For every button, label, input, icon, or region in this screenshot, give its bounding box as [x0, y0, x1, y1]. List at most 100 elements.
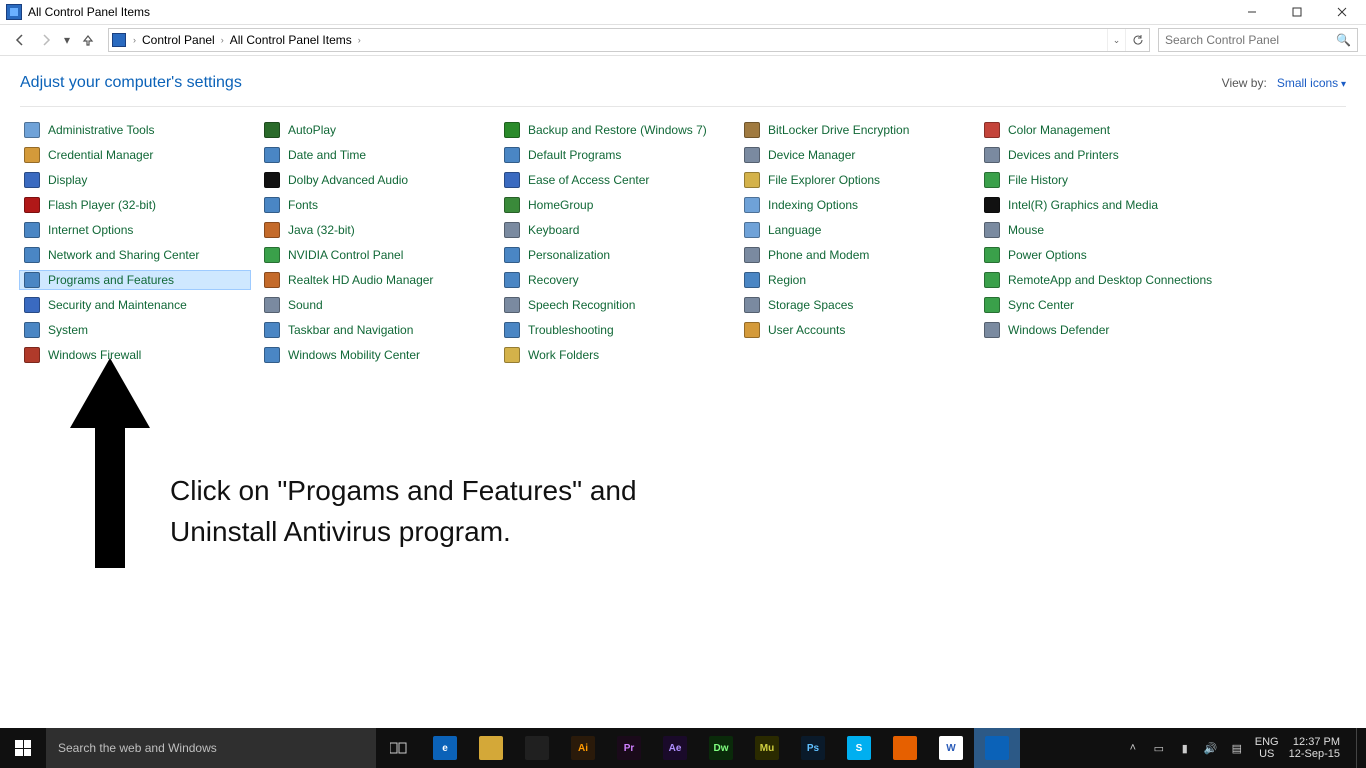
cp-item-mouse[interactable]: Mouse	[980, 221, 1210, 239]
cp-item-flash-player-32-bit-[interactable]: Flash Player (32-bit)	[20, 196, 250, 214]
cp-item-devices-and-printers[interactable]: Devices and Printers	[980, 146, 1210, 164]
breadcrumb-bar[interactable]: › Control Panel › All Control Panel Item…	[108, 28, 1150, 52]
taskbar-search[interactable]: Search the web and Windows	[46, 728, 376, 768]
cp-item-autoplay[interactable]: AutoPlay	[260, 121, 490, 139]
user-accounts-icon	[744, 322, 760, 338]
cp-item-user-accounts[interactable]: User Accounts	[740, 321, 970, 339]
view-by-label: View by:	[1222, 76, 1267, 90]
task-view-button[interactable]	[376, 728, 422, 768]
cp-item-internet-options[interactable]: Internet Options	[20, 221, 250, 239]
cp-item-system[interactable]: System	[20, 321, 250, 339]
cp-item-windows-defender[interactable]: Windows Defender	[980, 321, 1210, 339]
search-icon[interactable]: 🔍	[1336, 33, 1351, 47]
breadcrumb-root[interactable]: Control Panel	[140, 33, 217, 47]
cp-item-dolby-advanced-audio[interactable]: Dolby Advanced Audio	[260, 171, 490, 189]
taskbar-app-ps[interactable]: Ps	[790, 728, 836, 768]
cp-item-file-explorer-options[interactable]: File Explorer Options	[740, 171, 970, 189]
cp-item-intel-r-graphics-and-media[interactable]: Intel(R) Graphics and Media	[980, 196, 1210, 214]
storage-spaces-icon	[744, 297, 760, 313]
cp-item-personalization[interactable]: Personalization	[500, 246, 730, 264]
cp-item-file-history[interactable]: File History	[980, 171, 1210, 189]
cp-item-power-options[interactable]: Power Options	[980, 246, 1210, 264]
tray-language[interactable]: ENG US	[1255, 736, 1279, 760]
address-dropdown[interactable]: ⌄	[1107, 29, 1125, 51]
cp-item-phone-and-modem[interactable]: Phone and Modem	[740, 246, 970, 264]
cp-item-device-manager[interactable]: Device Manager	[740, 146, 970, 164]
tray-clock[interactable]: 12:37 PM 12-Sep-15	[1289, 736, 1346, 760]
taskbar-app-ae[interactable]: Ae	[652, 728, 698, 768]
cp-item-credential-manager[interactable]: Credential Manager	[20, 146, 250, 164]
cp-item-default-programs[interactable]: Default Programs	[500, 146, 730, 164]
up-button[interactable]	[76, 28, 100, 52]
cp-item-region[interactable]: Region	[740, 271, 970, 289]
taskbar-app-edge[interactable]: e	[422, 728, 468, 768]
cp-item-homegroup[interactable]: HomeGroup	[500, 196, 730, 214]
recent-locations-button[interactable]: ▾	[60, 28, 74, 52]
cp-item-programs-and-features[interactable]: Programs and Features	[20, 271, 250, 289]
cp-item-fonts[interactable]: Fonts	[260, 196, 490, 214]
cp-item-remoteapp-and-desktop-connections[interactable]: RemoteApp and Desktop Connections	[980, 271, 1210, 289]
cp-item-storage-spaces[interactable]: Storage Spaces	[740, 296, 970, 314]
chevron-right-icon[interactable]: ›	[129, 35, 140, 45]
taskbar: Search the web and Windows e AiPrAeDwMuPs…	[0, 728, 1366, 768]
cp-item-speech-recognition[interactable]: Speech Recognition	[500, 296, 730, 314]
start-button[interactable]	[0, 728, 46, 768]
taskbar-app-pr[interactable]: Pr	[606, 728, 652, 768]
cp-item-security-and-maintenance[interactable]: Security and Maintenance	[20, 296, 250, 314]
cp-item-display[interactable]: Display	[20, 171, 250, 189]
tray-action-center-icon[interactable]: ▤	[1229, 740, 1245, 756]
tray-volume-icon[interactable]: 🔊	[1203, 740, 1219, 756]
cp-item-label: File Explorer Options	[768, 173, 880, 187]
cp-item-sound[interactable]: Sound	[260, 296, 490, 314]
cp-item-recovery[interactable]: Recovery	[500, 271, 730, 289]
cp-item-color-management[interactable]: Color Management	[980, 121, 1210, 139]
cp-item-keyboard[interactable]: Keyboard	[500, 221, 730, 239]
taskbar-app-dw[interactable]: Dw	[698, 728, 744, 768]
cp-item-troubleshooting[interactable]: Troubleshooting	[500, 321, 730, 339]
cp-item-taskbar-and-navigation[interactable]: Taskbar and Navigation	[260, 321, 490, 339]
cp-item-ease-of-access-center[interactable]: Ease of Access Center	[500, 171, 730, 189]
cp-item-nvidia-control-panel[interactable]: NVIDIA Control Panel	[260, 246, 490, 264]
chevron-right-icon[interactable]: ›	[354, 35, 365, 45]
back-button[interactable]	[8, 28, 32, 52]
tray-battery-icon[interactable]: ▭	[1151, 740, 1167, 756]
titlebar: All Control Panel Items	[0, 0, 1366, 24]
taskbar-app-word[interactable]: W	[928, 728, 974, 768]
forward-button[interactable]	[34, 28, 58, 52]
refresh-button[interactable]	[1125, 29, 1149, 51]
taskbar-app-file-explorer[interactable]	[468, 728, 514, 768]
cp-item-network-and-sharing-center[interactable]: Network and Sharing Center	[20, 246, 250, 264]
cp-item-date-and-time[interactable]: Date and Time	[260, 146, 490, 164]
show-desktop-button[interactable]	[1356, 728, 1362, 768]
cp-item-bitlocker-drive-encryption[interactable]: BitLocker Drive Encryption	[740, 121, 970, 139]
cp-item-indexing-options[interactable]: Indexing Options	[740, 196, 970, 214]
chevron-right-icon[interactable]: ›	[217, 35, 228, 45]
cp-item-realtek-hd-audio-manager[interactable]: Realtek HD Audio Manager	[260, 271, 490, 289]
cp-item-sync-center[interactable]: Sync Center	[980, 296, 1210, 314]
search-input[interactable]	[1165, 33, 1325, 47]
cp-item-backup-and-restore-windows-7-[interactable]: Backup and Restore (Windows 7)	[500, 121, 730, 139]
tray-network-icon[interactable]: ▮	[1177, 740, 1193, 756]
minimize-button[interactable]	[1229, 1, 1274, 23]
tray-date: 12-Sep-15	[1289, 748, 1340, 760]
search-box[interactable]: 🔍	[1158, 28, 1358, 52]
cp-item-java-32-bit-[interactable]: Java (32-bit)	[260, 221, 490, 239]
taskbar-app-store[interactable]	[514, 728, 560, 768]
breadcrumb-current[interactable]: All Control Panel Items	[228, 33, 354, 47]
tray-show-hidden-icon[interactable]: ˄	[1125, 740, 1141, 756]
taskbar-app-ai[interactable]: Ai	[560, 728, 606, 768]
cp-item-administrative-tools[interactable]: Administrative Tools	[20, 121, 250, 139]
taskbar-app-mu[interactable]: Mu	[744, 728, 790, 768]
taskbar-app-skype[interactable]: S	[836, 728, 882, 768]
cp-item-windows-mobility-center[interactable]: Windows Mobility Center	[260, 346, 490, 364]
view-by-dropdown[interactable]: Small icons	[1277, 76, 1346, 90]
maximize-button[interactable]	[1274, 1, 1319, 23]
taskbar-app-firefox[interactable]	[882, 728, 928, 768]
cp-item-work-folders[interactable]: Work Folders	[500, 346, 730, 364]
taskbar-app-controlpanel[interactable]	[974, 728, 1020, 768]
cp-item-label: Taskbar and Navigation	[288, 323, 413, 337]
cp-item-label: HomeGroup	[528, 198, 593, 212]
close-button[interactable]	[1319, 1, 1364, 23]
cp-item-windows-firewall[interactable]: Windows Firewall	[20, 346, 250, 364]
cp-item-language[interactable]: Language	[740, 221, 970, 239]
